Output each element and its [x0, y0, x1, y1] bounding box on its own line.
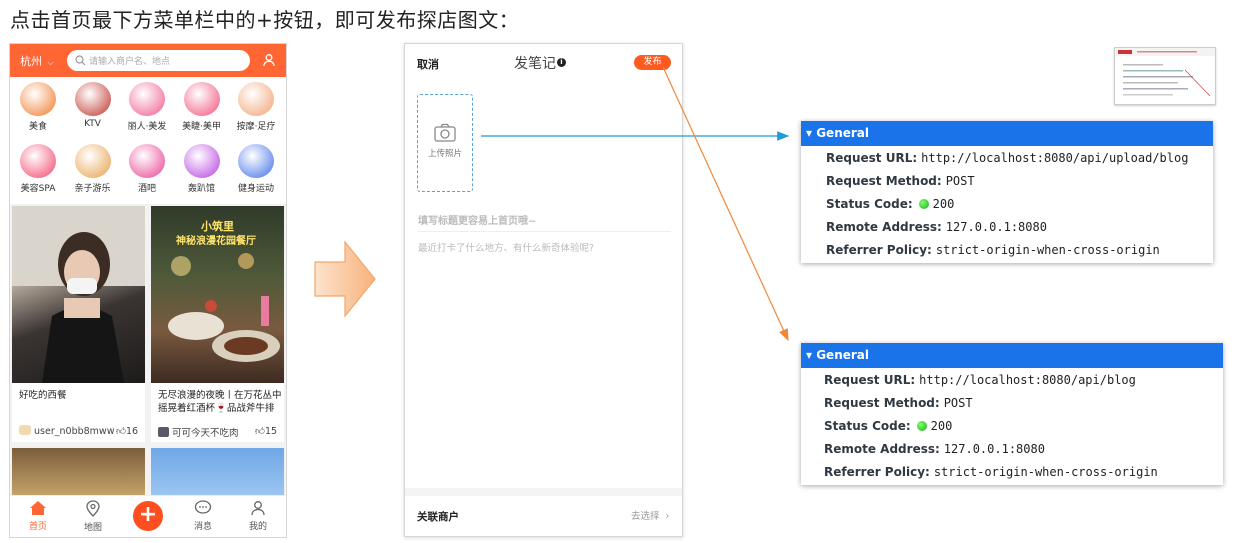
- referrer-policy-row: Referrer Policy: strict-origin-when-cross…: [826, 243, 1160, 257]
- request-url-row: Request URL: http://localhost:8080/api/up…: [826, 151, 1189, 165]
- status-ok-icon: [918, 199, 929, 209]
- network-general-panel-upload: ▾ General Request URL: http://localhost:8…: [801, 121, 1213, 263]
- status-code-row: Status Code: 200: [824, 419, 953, 433]
- publish-request-arrow: [662, 66, 789, 342]
- request-method-row: Request Method: POST: [824, 396, 973, 410]
- panel-header[interactable]: ▾ General: [801, 343, 1223, 368]
- remote-address-row: Remote Address: 127.0.0.1:8080: [824, 442, 1045, 456]
- request-url-value: http://localhost:8080/api/upload/blog: [921, 151, 1189, 165]
- request-url-row: Request URL: http://localhost:8080/api/bl…: [824, 373, 1136, 387]
- request-url-value: http://localhost:8080/api/blog: [919, 373, 1136, 387]
- request-method-row: Request Method: POST: [826, 174, 975, 188]
- referrer-policy-row: Referrer Policy: strict-origin-when-cross…: [824, 465, 1158, 479]
- screenshot-thumbnail: [1114, 47, 1216, 105]
- network-general-panel-blog: ▾ General Request URL: http://localhost:8…: [801, 343, 1223, 485]
- status-ok-icon: [916, 421, 927, 431]
- status-code-row: Status Code: 200: [826, 197, 955, 211]
- remote-address-row: Remote Address: 127.0.0.1:8080: [826, 220, 1047, 234]
- panel-header[interactable]: ▾ General: [801, 121, 1213, 146]
- thumbnail-illustration: [1115, 48, 1215, 97]
